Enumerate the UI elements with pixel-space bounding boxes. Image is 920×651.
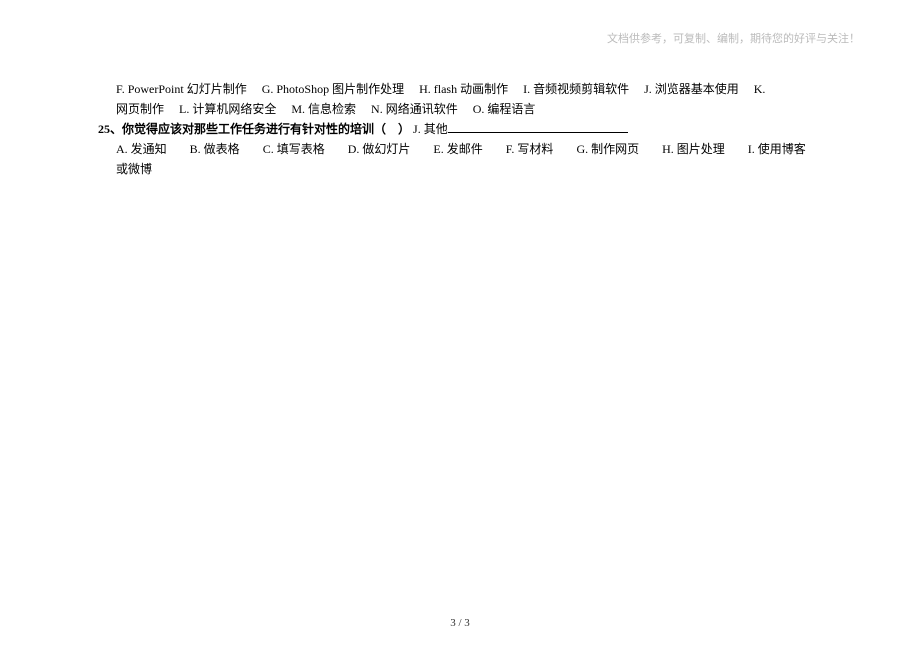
q25-option-f: F. 写材料 xyxy=(506,142,554,156)
q25-option-a: A. 发通知 xyxy=(116,142,167,156)
q25-option-g: G. 制作网页 xyxy=(576,142,639,156)
q25-options-line2: 或微博 xyxy=(98,160,878,178)
q25-option-i-cont: 或微博 xyxy=(116,162,152,176)
q25-option-c: C. 填写表格 xyxy=(263,142,325,156)
document-body: F. PowerPoint 幻灯片制作 G. PhotoShop 图片制作处理 … xyxy=(98,80,878,180)
q25-option-d: D. 做幻灯片 xyxy=(348,142,411,156)
q24-option-g: G. PhotoShop 图片制作处理 xyxy=(262,82,404,96)
q24-option-l: L. 计算机网络安全 xyxy=(179,102,276,116)
q25-stem: 你觉得应该对那些工作任务进行有针对性的培训（ xyxy=(122,122,386,136)
q25-option-e: E. 发邮件 xyxy=(433,142,482,156)
q24-option-o: O. 编程语言 xyxy=(473,102,536,116)
q25-other-blank[interactable] xyxy=(448,121,628,133)
q24-options-line2: 网页制作 L. 计算机网络安全 M. 信息检索 N. 网络通讯软件 O. 编程语… xyxy=(98,100,878,118)
q25-option-i: I. 使用博客 xyxy=(748,142,806,156)
q24-option-k-label: K. xyxy=(754,82,766,96)
q24-option-n: N. 网络通讯软件 xyxy=(371,102,458,116)
q24-option-i: I. 音频视频剪辑软件 xyxy=(523,82,629,96)
q25-option-h: H. 图片处理 xyxy=(662,142,725,156)
q25-number: 25、 xyxy=(98,122,122,136)
header-note: 文档供参考，可复制、编制，期待您的好评与关注！ xyxy=(607,30,860,46)
q24-options-line1: F. PowerPoint 幻灯片制作 G. PhotoShop 图片制作处理 … xyxy=(98,80,878,98)
q24-option-j: J. 浏览器基本使用 xyxy=(644,82,739,96)
q25-option-j-other: J. 其他 xyxy=(413,122,448,136)
q24-option-h: H. flash 动画制作 xyxy=(419,82,508,96)
page-footer: 3 / 3 xyxy=(0,617,920,629)
q25-option-b: B. 做表格 xyxy=(190,142,240,156)
q24-option-f: F. PowerPoint 幻灯片制作 xyxy=(116,82,247,96)
q25-paren-close: ） xyxy=(398,122,410,136)
q25-stem-line: 25、你觉得应该对那些工作任务进行有针对性的培训（ ） J. 其他 xyxy=(98,120,878,138)
q25-options-line1: A. 发通知 B. 做表格 C. 填写表格 D. 做幻灯片 E. 发邮件 F. … xyxy=(98,140,878,158)
q24-option-m: M. 信息检索 xyxy=(291,102,356,116)
q24-option-k-text: 网页制作 xyxy=(116,102,164,116)
